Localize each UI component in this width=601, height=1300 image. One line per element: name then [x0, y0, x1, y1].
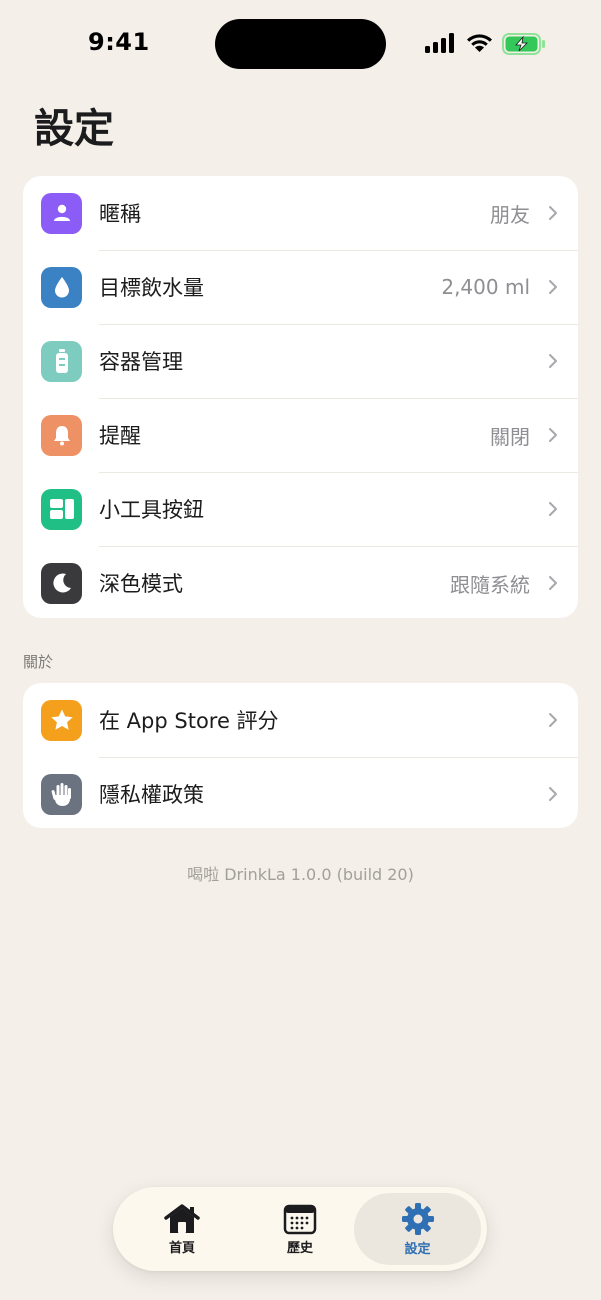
privacy-policy-label: 隱私權政策	[99, 783, 204, 807]
cellular-signal-icon	[425, 33, 454, 53]
tab-settings-label: 設定	[404, 1241, 431, 1257]
chevron-right-icon	[549, 787, 557, 801]
reminder-row[interactable]: 提醒 關閉	[23, 398, 578, 472]
chevron-right-icon	[549, 576, 557, 590]
containers-label: 容器管理	[99, 350, 183, 374]
battery-charging-icon	[502, 33, 545, 55]
daily-goal-row[interactable]: 目標飲水量 2,400 ml	[23, 250, 578, 324]
rate-app-label: 在 App Store 評分	[99, 709, 279, 733]
dark-mode-row[interactable]: 深色模式 跟隨系統	[23, 546, 578, 618]
person-icon	[41, 192, 82, 234]
gear-icon	[401, 1202, 434, 1235]
status-time: 9:41	[88, 28, 150, 56]
reminder-label: 提醒	[99, 424, 141, 448]
privacy-policy-row[interactable]: 隱私權政策	[23, 757, 578, 828]
widget-buttons-label: 小工具按鈕	[99, 498, 204, 522]
chevron-right-icon	[549, 713, 557, 727]
tab-history[interactable]: 歷史	[241, 1193, 359, 1265]
app-version: 喝啦 DrinkLa 1.0.0 (build 20)	[187, 865, 414, 884]
wifi-icon	[467, 34, 492, 52]
tab-home[interactable]: 首頁	[123, 1193, 241, 1265]
chevron-right-icon	[549, 206, 557, 220]
chevron-right-icon	[549, 280, 557, 294]
hand-icon	[41, 773, 82, 815]
tab-bar: 首頁 歷史 設定	[113, 1187, 487, 1271]
nickname-value: 朋友	[490, 202, 530, 227]
dark-mode-label: 深色模式	[99, 572, 183, 596]
moon-icon	[41, 562, 82, 604]
water-drop-icon	[41, 266, 82, 308]
about-card: 在 App Store 評分 隱私權政策	[23, 683, 578, 828]
calendar-icon	[283, 1204, 317, 1234]
dark-mode-value: 跟隨系統	[450, 572, 530, 597]
widget-icon	[41, 488, 82, 530]
chevron-right-icon	[549, 354, 557, 368]
tab-home-label: 首頁	[168, 1240, 195, 1256]
tab-settings[interactable]: 設定	[354, 1193, 481, 1265]
reminder-value: 關閉	[490, 424, 530, 449]
tab-history-label: 歷史	[286, 1240, 313, 1256]
chevron-right-icon	[549, 428, 557, 442]
chevron-right-icon	[549, 502, 557, 516]
dynamic-island	[215, 19, 386, 69]
daily-goal-label: 目標飲水量	[99, 276, 204, 300]
rate-app-row[interactable]: 在 App Store 評分	[23, 683, 578, 757]
settings-card: 暱稱 朋友 目標飲水量 2,400 ml 容器管理 提醒 關閉 小工具按鈕 深色…	[23, 176, 578, 618]
containers-row[interactable]: 容器管理	[23, 324, 578, 398]
status-bar: 9:41	[0, 0, 601, 90]
nickname-label: 暱稱	[99, 202, 141, 226]
page-title: 設定	[34, 106, 114, 152]
nickname-row[interactable]: 暱稱 朋友	[23, 176, 578, 250]
daily-goal-value: 2,400 ml	[441, 275, 530, 299]
star-icon	[41, 699, 82, 741]
about-section-header: 關於	[23, 653, 54, 671]
bottle-icon	[41, 340, 82, 382]
widget-buttons-row[interactable]: 小工具按鈕	[23, 472, 578, 546]
home-icon	[164, 1203, 200, 1233]
bell-icon	[41, 414, 82, 456]
